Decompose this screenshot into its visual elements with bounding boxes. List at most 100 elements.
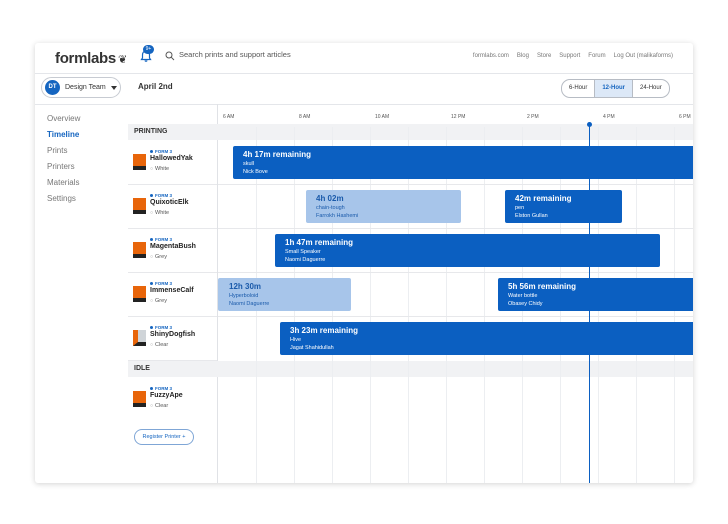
app-window: formlabs❦ 9+ formlabs.com Blog Store Sup… [35,43,693,483]
formlabs-logo[interactable]: formlabs ❦ [55,50,127,67]
butterfly-icon: ❦ [117,54,127,66]
job-owner: Naomi Daguerre [229,301,270,307]
job-owner: Elston Gullan [515,213,548,219]
printing-label: PRINTING [134,128,168,135]
print-job-bar[interactable]: 5h 56m remaining Water bottle Obasey Chi… [498,278,693,311]
idle-section-band [218,361,693,377]
job-title: 4h 17m remaining [243,150,312,159]
job-title: 4h 02m [316,194,344,203]
print-job-bar[interactable]: 1h 47m remaining Small Speaker Naomi Dag… [275,234,660,267]
view-24-hour[interactable]: 24-Hour [633,80,669,97]
printer-row[interactable]: FORM 3 ShinyDogfish Clear [128,317,217,361]
sub-bar: DT Design Team April 2nd 6-Hour 12-Hour … [35,74,693,105]
notification-badge: 9+ [143,45,154,54]
nav-printers[interactable]: Printers [47,159,127,175]
printing-section-band [218,124,693,140]
tick-label: 8 AM [299,114,311,120]
printer-resin: Grey [150,254,167,260]
printer-image [133,391,146,407]
row-separator [218,272,693,273]
link-blog[interactable]: Blog [517,53,529,59]
job-owner: Jagat Shahidullah [290,345,334,351]
job-part: skull [243,161,255,167]
job-part: pen [515,205,525,211]
printer-name: FuzzyApe [150,392,183,399]
printer-resin: Clear [150,403,168,409]
job-part: Small Speaker [285,249,321,255]
nav-materials[interactable]: Materials [47,175,127,191]
printer-image [133,154,146,170]
top-bar: formlabs❦ 9+ formlabs.com Blog Store Sup… [35,43,693,74]
job-title: 42m remaining [515,194,572,203]
team-name: Design Team [65,84,106,91]
job-owner: Farrokh Hashemi [316,213,359,219]
job-part: Hive [290,337,302,343]
printer-image [133,330,146,346]
printer-name: ShinyDogfish [150,331,196,338]
search-input[interactable] [179,50,399,59]
printer-image [133,242,146,258]
nav-prints[interactable]: Prints [47,143,127,159]
job-title: 12h 30m [229,282,262,291]
print-job-bar[interactable]: 12h 30m Hyperboloid Naomi Daguerre [218,278,351,311]
top-links: formlabs.com Blog Store Support Forum Lo… [473,53,673,59]
printer-resin: White [150,210,169,216]
printer-model: FORM 3 [150,193,172,198]
job-owner: Nick Bove [243,169,268,175]
timeline-area: 6 AM 8 AM 10 AM 12 PM 2 PM 4 PM 6 PM 4h … [218,104,693,483]
view-12-hour[interactable]: 12-Hour [595,80,634,97]
print-job-bar[interactable]: 4h 02m chain-tough Farrokh Hashemi [306,190,461,223]
job-owner: Naomi Daguerre [285,257,326,263]
nav-settings[interactable]: Settings [47,191,127,207]
printer-row[interactable]: FORM 3 MagentaBush Grey [128,229,217,273]
print-job-bar[interactable]: 42m remaining pen Elston Gullan [505,190,622,223]
link-forum[interactable]: Forum [588,53,605,59]
row-separator [218,316,693,317]
link-store[interactable]: Store [537,53,551,59]
link-formlabs[interactable]: formlabs.com [473,53,509,59]
printer-row[interactable]: FORM 3 FuzzyApe Clear [128,378,217,421]
grid-line [370,127,371,483]
printer-row[interactable]: FORM 3 QuixoticElk White [128,185,217,229]
job-part: Water bottle [508,293,538,299]
printer-row[interactable]: FORM 3 HallowedYak White [128,141,217,185]
view-6-hour[interactable]: 6-Hour [562,80,596,97]
team-selector[interactable]: DT Design Team [41,77,121,98]
printer-name: MagentaBush [150,243,196,250]
job-owner: Obasey Chidy [508,301,543,307]
link-logout[interactable]: Log Out (malikaforms) [614,53,673,59]
tick-label: 6 AM [223,114,235,120]
view-toggle: 6-Hour 12-Hour 24-Hour [561,79,670,98]
printer-row[interactable]: FORM 3 ImmenseCalf Grey [128,273,217,317]
nav-timeline[interactable]: Timeline [47,127,127,143]
job-title: 5h 56m remaining [508,282,577,291]
idle-label: IDLE [134,365,150,372]
printer-model: FORM 3 [150,237,172,242]
side-nav: Overview Timeline Prints Printers Materi… [47,111,127,207]
tick-label: 12 PM [451,114,466,120]
row-separator [218,184,693,185]
print-job-bar[interactable]: 4h 17m remaining skull Nick Bove [233,146,693,179]
printer-image [133,198,146,214]
grid-line [446,127,447,483]
printer-resin: Clear [150,342,168,348]
grid-line [408,127,409,483]
tick-label: 6 PM [679,114,691,120]
link-support[interactable]: Support [559,53,580,59]
printer-image [133,286,146,302]
team-avatar: DT [45,80,60,95]
grid-line [484,127,485,483]
current-time-line [589,124,590,483]
print-job-bar[interactable]: 3h 23m remaining Hive Jagat Shahidullah [280,322,693,355]
tick-label: 2 PM [527,114,539,120]
printer-model: FORM 3 [150,325,172,330]
printer-name: HallowedYak [150,155,193,162]
register-printer-button[interactable]: Register Printer + [134,429,194,445]
current-date: April 2nd [138,82,173,91]
printer-resin: White [150,166,169,172]
printer-list: PRINTING FORM 3 HallowedYak White FORM 3… [128,104,693,483]
nav-overview[interactable]: Overview [47,111,127,127]
printer-name: QuixoticElk [150,199,189,206]
current-time-marker [587,122,592,127]
printer-name: ImmenseCalf [150,287,194,294]
